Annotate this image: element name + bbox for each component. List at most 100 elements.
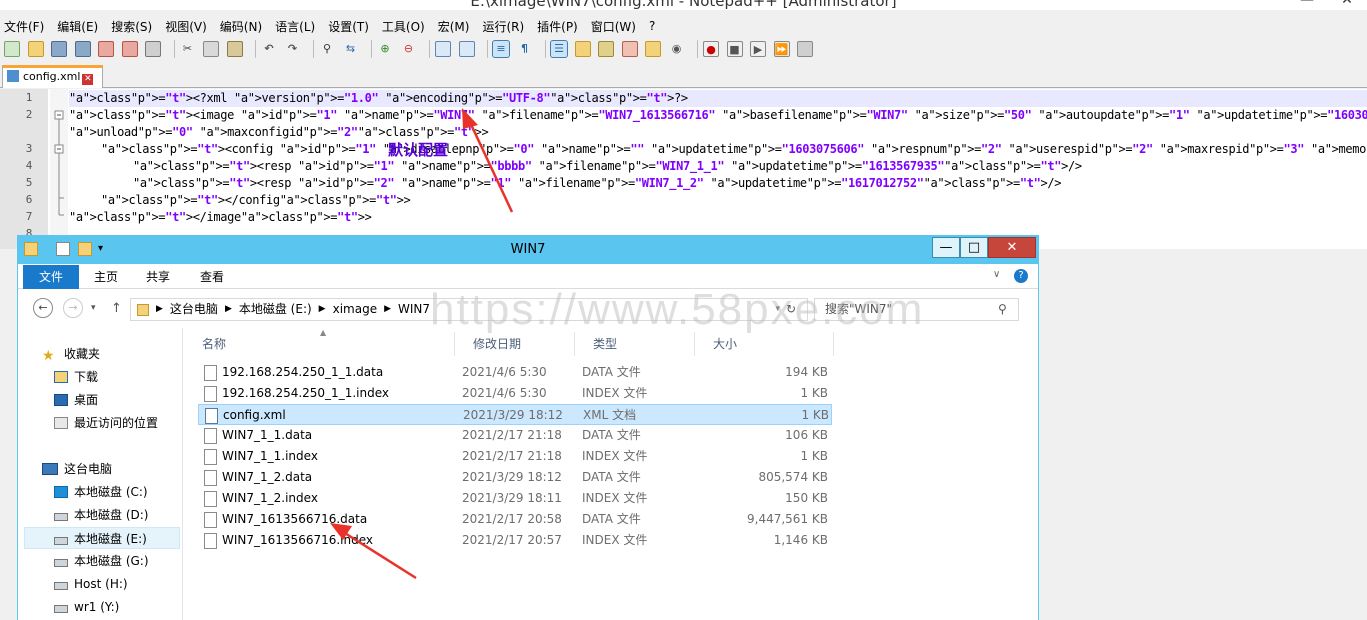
forward-button[interactable]: → xyxy=(63,298,83,318)
undo-icon[interactable]: ↶ xyxy=(261,41,277,57)
close-tab-icon[interactable]: ✕ xyxy=(82,74,94,85)
minimize-button[interactable]: — xyxy=(1287,0,1327,10)
play-macro-icon[interactable]: ▶ xyxy=(750,41,766,57)
column-header-name[interactable]: 名称 xyxy=(184,332,455,356)
address-bar[interactable]: ▶ 这台电脑 ▶ 本地磁盘 (E:) ▶ ximage ▶ WIN7 ▾ ↻ xyxy=(130,298,808,321)
column-header-date[interactable]: 修改日期 xyxy=(455,332,575,356)
doc-map-icon[interactable] xyxy=(598,41,614,57)
menu-view[interactable]: 视图(V) xyxy=(165,18,207,35)
file-row[interactable]: WIN7_1_2.index 2021/3/29 18:11 INDEX 文件 150… xyxy=(198,488,832,509)
nav-downloads[interactable]: 下载 xyxy=(54,366,98,388)
nav-drive-d[interactable]: 本地磁盘 (D:) xyxy=(54,504,148,526)
word-wrap-icon[interactable]: ≡ xyxy=(492,40,510,58)
code-text[interactable]: "a">class"p">="t"><?xml "a">version"p">=… xyxy=(69,90,1367,226)
indent-guide-icon[interactable]: ☰ xyxy=(550,40,568,58)
close-file-icon[interactable] xyxy=(98,41,114,57)
menu-edit[interactable]: 编辑(E) xyxy=(57,18,98,35)
close-button[interactable]: ✕ xyxy=(988,237,1036,258)
chevron-down-icon[interactable]: ∨ xyxy=(993,269,1000,280)
menu-search[interactable]: 搜索(S) xyxy=(111,18,152,35)
close-button[interactable]: ✕ xyxy=(1327,0,1367,10)
menu-file[interactable]: 文件(F) xyxy=(4,18,44,35)
save-all-icon[interactable] xyxy=(74,41,91,57)
toolbar-separator xyxy=(371,40,372,58)
close-all-icon[interactable] xyxy=(121,41,138,57)
find-icon[interactable]: ⚲ xyxy=(319,41,335,57)
replace-icon[interactable]: ⇆ xyxy=(343,41,359,57)
download-folder-icon xyxy=(54,371,68,383)
menu-language[interactable]: 语言(L) xyxy=(275,18,315,35)
file-row[interactable]: WIN7_1_1.data 2021/2/17 21:18 DATA 文件 106 K… xyxy=(198,425,832,446)
file-row[interactable]: WIN7_1613566716.index 2021/2/17 20:57 INDE… xyxy=(198,530,832,551)
file-row[interactable]: WIN7_1613566716.data 2021/2/17 20:58 DATA … xyxy=(198,509,832,530)
tab-file[interactable]: 文件 xyxy=(23,265,79,289)
record-macro-icon[interactable]: ● xyxy=(703,41,719,57)
paste-icon[interactable] xyxy=(226,41,243,57)
address-dropdown-icon[interactable]: ▾ xyxy=(775,299,780,320)
nav-this-pc[interactable]: 这台电脑 xyxy=(42,458,112,480)
minimize-button[interactable]: — xyxy=(932,237,960,258)
up-arrow-icon[interactable]: ↑ xyxy=(111,301,122,316)
fold-margin[interactable] xyxy=(50,89,68,249)
menu-plugins[interactable]: 插件(P) xyxy=(537,18,578,35)
file-row-selected[interactable]: config.xml 2021/3/29 18:12 XML 文档 1 KB xyxy=(198,404,832,425)
breadcrumb-drive-e[interactable]: 本地磁盘 (E:) xyxy=(239,299,312,320)
tab-view[interactable]: 查看 xyxy=(192,265,232,289)
redo-icon[interactable]: ↷ xyxy=(285,41,301,57)
zoom-in-icon[interactable]: ⊕ xyxy=(377,41,393,57)
nav-favorites[interactable]: ★ 收藏夹 xyxy=(42,343,100,365)
sync-horizontal-icon[interactable] xyxy=(458,41,475,57)
help-icon[interactable]: ? xyxy=(1014,269,1028,283)
nav-desktop[interactable]: 桌面 xyxy=(54,389,98,411)
nav-host-h[interactable]: Host (H:) xyxy=(54,573,128,595)
file-name: WIN7_1_2.index xyxy=(222,491,318,505)
folder-workspace-icon[interactable] xyxy=(645,41,661,57)
breadcrumb-ximage[interactable]: ximage xyxy=(333,299,377,320)
zoom-out-icon[interactable]: ⊖ xyxy=(401,41,417,57)
nav-drive-g[interactable]: 本地磁盘 (G:) xyxy=(54,550,149,572)
file-date: 2021/2/17 21:18 xyxy=(462,428,562,442)
file-row[interactable]: WIN7_1_1.index 2021/2/17 21:18 INDEX 文件 1 K… xyxy=(198,446,832,467)
sync-vertical-icon[interactable] xyxy=(435,41,451,57)
menu-help[interactable]: ? xyxy=(649,19,655,33)
menu-macro[interactable]: 宏(M) xyxy=(438,18,470,35)
run-macro-multiple-icon[interactable]: ⏩ xyxy=(773,41,790,57)
file-row[interactable]: 192.168.254.250_1_1.index 2021/4/6 5:30 IN… xyxy=(198,383,832,404)
file-row[interactable]: WIN7_1_2.data 2021/3/29 18:12 DATA 文件 805,5… xyxy=(198,467,832,488)
breadcrumb-this-pc[interactable]: 这台电脑 xyxy=(170,299,218,320)
tab-config-xml[interactable]: config.xml ✕ xyxy=(2,65,103,88)
column-header-type[interactable]: 类型 xyxy=(575,332,695,356)
cut-icon[interactable]: ✂ xyxy=(180,41,196,57)
back-button[interactable]: ← xyxy=(33,298,53,318)
search-input[interactable]: 搜索"WIN7" xyxy=(814,298,1019,321)
nav-drive-c[interactable]: 本地磁盘 (C:) xyxy=(54,481,148,503)
tab-home[interactable]: 主页 xyxy=(86,265,126,289)
print-icon[interactable] xyxy=(145,41,161,57)
new-file-icon[interactable] xyxy=(4,41,20,57)
save-icon[interactable] xyxy=(51,41,67,57)
code-editor[interactable]: 1 2 3 4 5 6 7 8 "a">class"p">="t"><?xml … xyxy=(0,89,1367,249)
show-all-chars-icon[interactable]: ¶ xyxy=(517,41,533,57)
monitor-icon[interactable]: ◉ xyxy=(669,41,685,57)
nav-wr1-y[interactable]: wr1 (Y:) xyxy=(54,596,119,618)
menu-window[interactable]: 窗口(W) xyxy=(591,18,636,35)
nav-recent[interactable]: 最近访问的位置 xyxy=(54,412,158,434)
nav-drive-e[interactable]: 本地磁盘 (E:) xyxy=(24,527,180,549)
open-file-icon[interactable] xyxy=(27,41,44,57)
stop-macro-icon[interactable]: ■ xyxy=(726,41,743,57)
save-macro-icon[interactable] xyxy=(797,41,813,57)
menu-run[interactable]: 运行(R) xyxy=(482,18,524,35)
function-list-icon[interactable] xyxy=(621,41,638,57)
breadcrumb-win7[interactable]: WIN7 xyxy=(398,299,430,320)
user-lang-icon[interactable] xyxy=(574,41,591,57)
maximize-button[interactable]: □ xyxy=(960,237,988,258)
copy-icon[interactable] xyxy=(203,41,219,57)
menu-tools[interactable]: 工具(O) xyxy=(382,18,425,35)
column-header-size[interactable]: 大小 xyxy=(695,332,834,356)
tab-share[interactable]: 共享 xyxy=(138,265,178,289)
file-row[interactable]: 192.168.254.250_1_1.data 2021/4/6 5:30 DAT… xyxy=(198,362,832,383)
menu-encoding[interactable]: 编码(N) xyxy=(220,18,262,35)
refresh-icon[interactable]: ↻ xyxy=(786,299,796,320)
menu-settings[interactable]: 设置(T) xyxy=(328,18,369,35)
recent-locations-icon[interactable]: ▾ xyxy=(91,303,96,313)
